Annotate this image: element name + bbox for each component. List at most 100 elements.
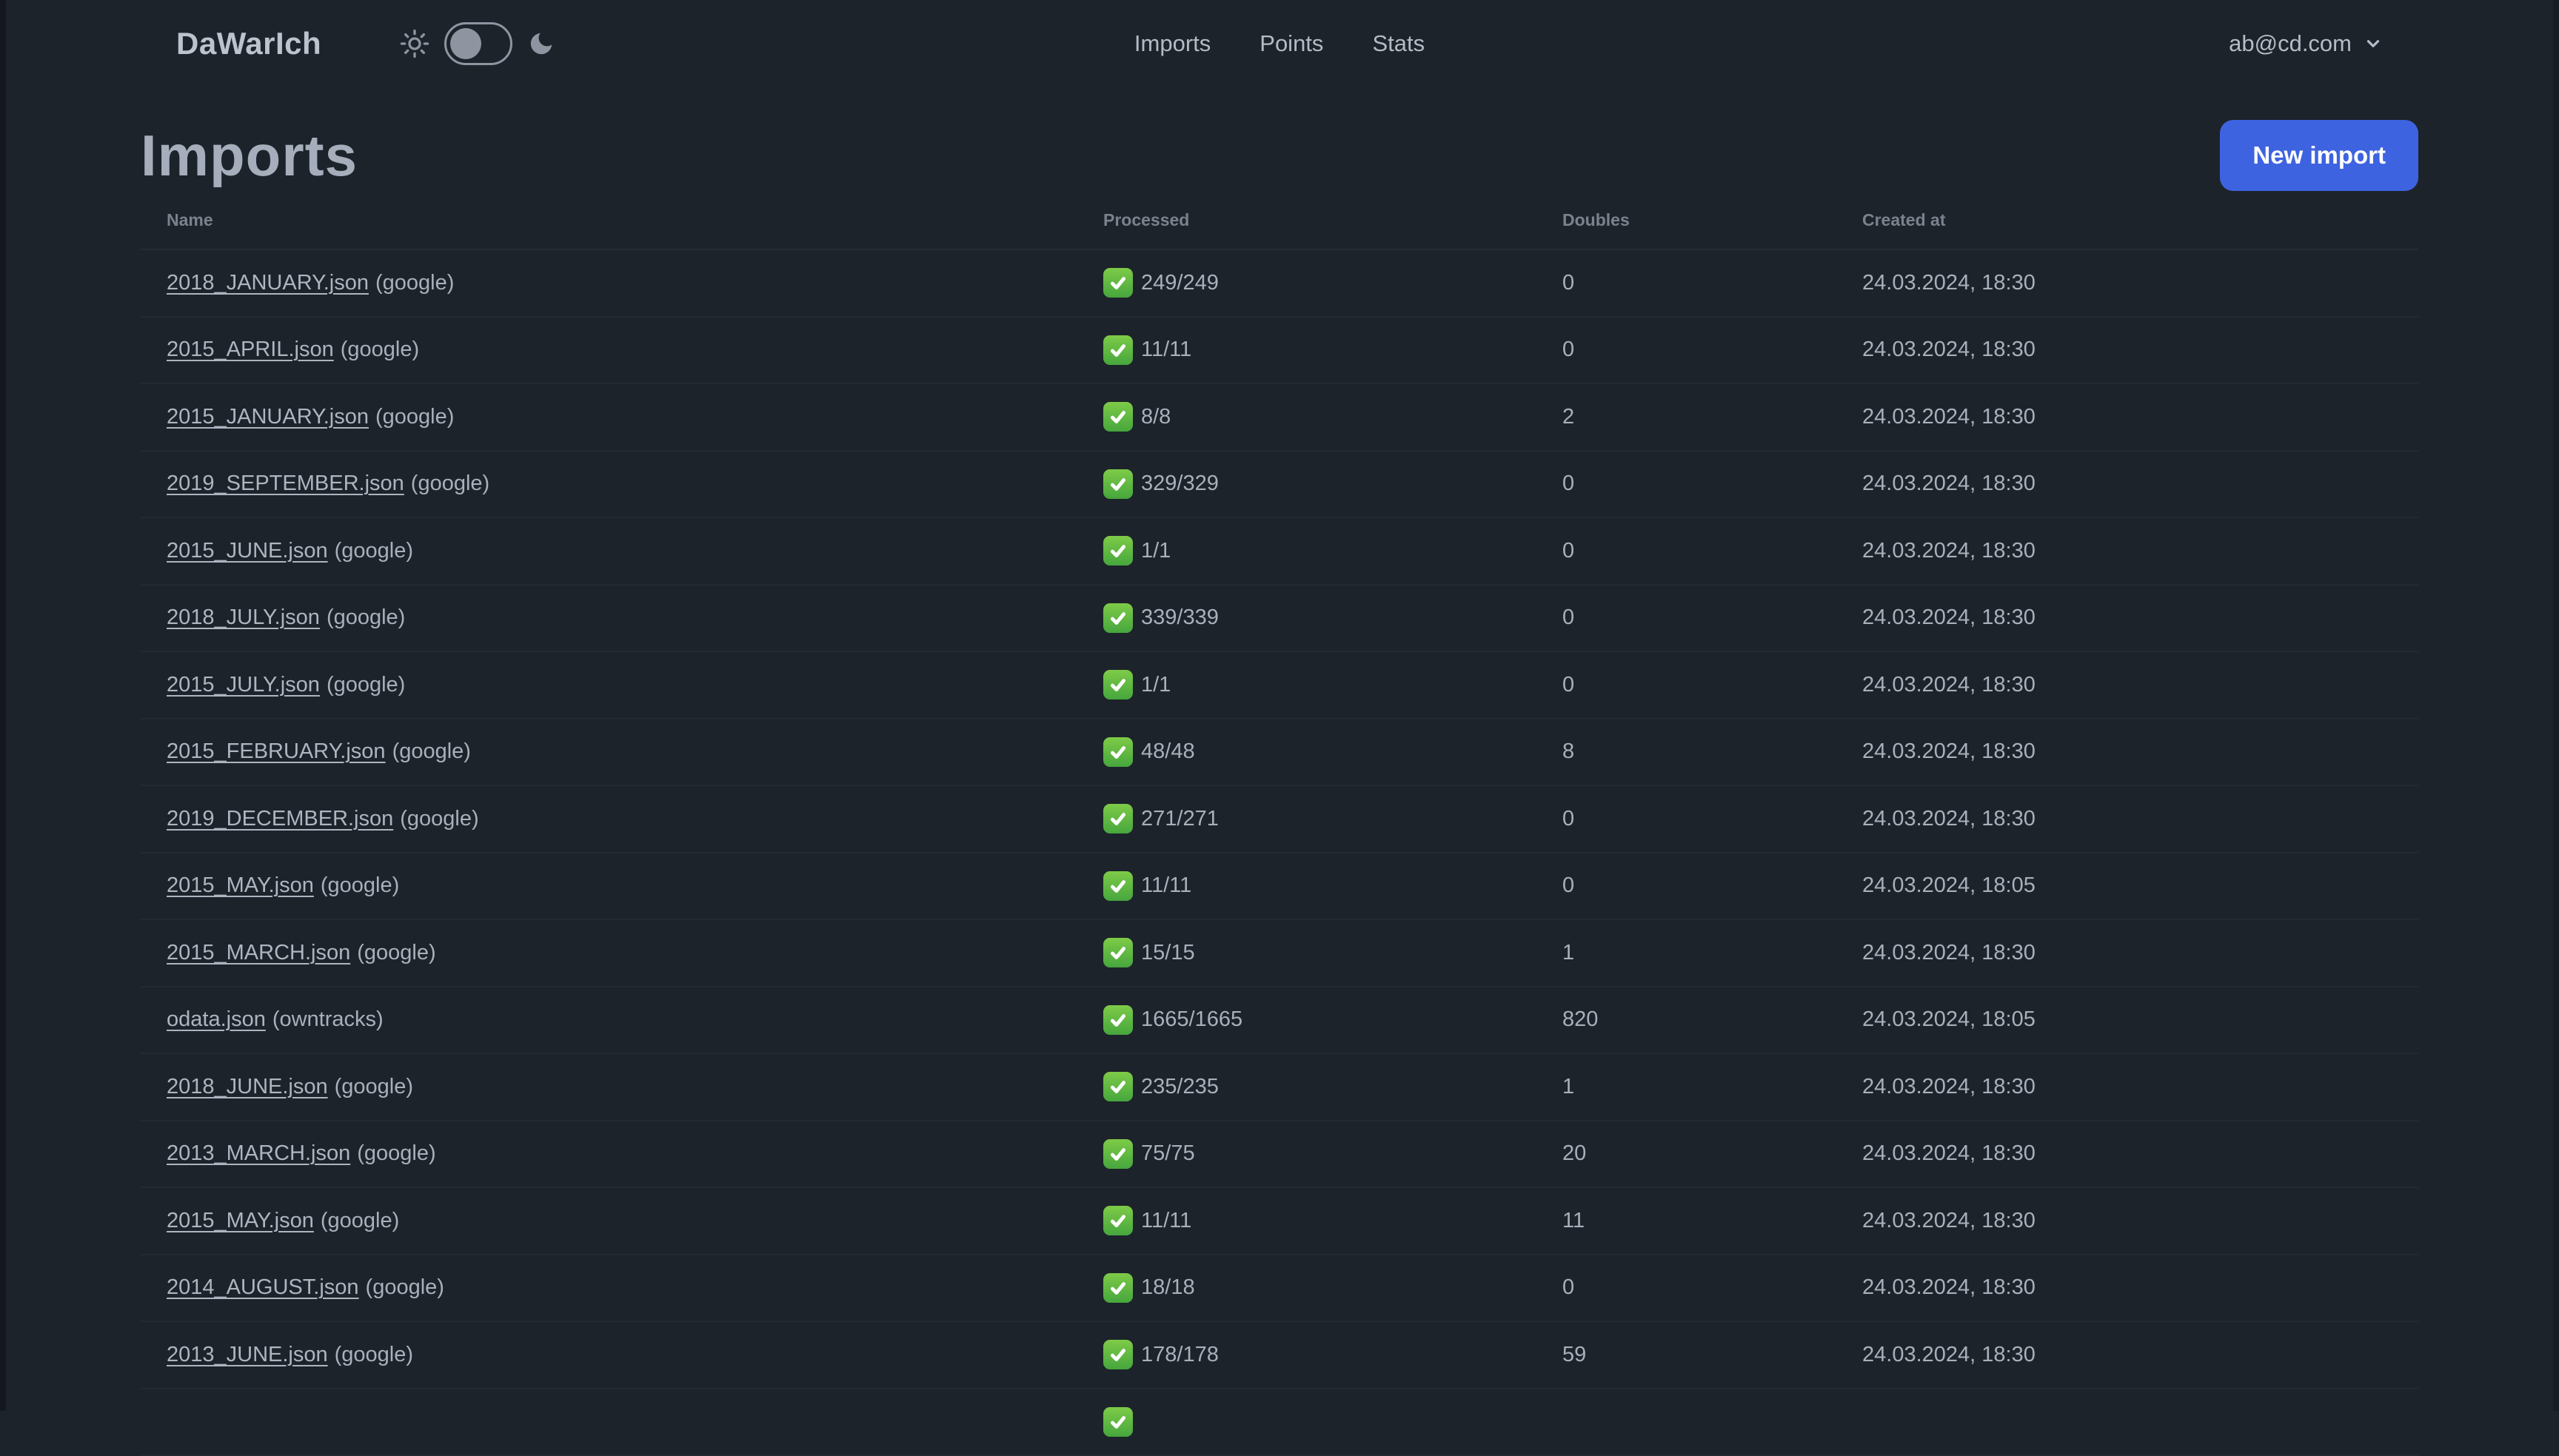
- processed-cell: [1103, 1407, 1562, 1437]
- import-file-link[interactable]: 2015_MAY.json: [167, 1209, 314, 1232]
- created-at: 24.03.2024, 18:30: [1862, 1141, 2418, 1166]
- import-name-cell: 2019_DECEMBER.json(google): [167, 807, 1103, 831]
- import-source: (google): [327, 673, 405, 697]
- table-row: 2019_DECEMBER.json(google) 271/271 0 24.…: [141, 786, 2418, 853]
- processed-cell: 18/18: [1103, 1273, 1562, 1303]
- import-source: (google): [321, 873, 399, 897]
- sun-icon: [400, 29, 429, 58]
- import-file-link[interactable]: 2019_DECEMBER.json: [167, 807, 393, 831]
- new-import-button[interactable]: New import: [2220, 120, 2418, 191]
- processed-cell: 15/15: [1103, 938, 1562, 967]
- column-header-doubles: Doubles: [1562, 210, 1862, 230]
- processed-cell: 11/11: [1103, 871, 1562, 901]
- import-file-link[interactable]: 2015_FEBRUARY.json: [167, 739, 386, 763]
- table-row: [141, 1389, 2418, 1456]
- import-name-cell: 2013_MARCH.json(google): [167, 1141, 1103, 1166]
- table-row: 2015_APRIL.json(google) 11/11 0 24.03.20…: [141, 318, 2418, 385]
- doubles-count: 8: [1562, 739, 1862, 764]
- import-file-link[interactable]: odata.json: [167, 1007, 266, 1031]
- doubles-count: 0: [1562, 807, 1862, 831]
- import-file-link[interactable]: 2019_SEPTEMBER.json: [167, 472, 404, 495]
- doubles-count: 0: [1562, 472, 1862, 496]
- processed-count: 8/8: [1141, 405, 1171, 429]
- import-name-cell: 2015_MAY.json (google): [167, 873, 1103, 898]
- processed-count: 11/11: [1141, 873, 1191, 898]
- processed-cell: 329/329: [1103, 469, 1562, 499]
- table-row: 2018_JULY.json(google) 339/339 0 24.03.2…: [141, 586, 2418, 653]
- processed-cell: 1665/1665: [1103, 1005, 1562, 1035]
- import-file-link[interactable]: 2013_MARCH.json: [167, 1141, 350, 1165]
- import-file-link[interactable]: 2018_JANUARY.json: [167, 271, 369, 295]
- theme-switch[interactable]: [444, 22, 512, 65]
- import-file-link[interactable]: 2015_JANUARY.json: [167, 405, 369, 429]
- check-mark-icon: [1103, 804, 1133, 833]
- table-row: 2015_JULY.json(google) 1/1 0 24.03.2024,…: [141, 652, 2418, 719]
- check-mark-icon: [1103, 737, 1133, 767]
- import-file-link[interactable]: 2015_APRIL.json: [167, 338, 334, 361]
- check-mark-icon: [1103, 536, 1133, 566]
- import-source: (google): [357, 941, 435, 964]
- theme-switch-knob[interactable]: [450, 28, 481, 59]
- nav-link-stats[interactable]: Stats: [1372, 30, 1425, 57]
- import-file-link[interactable]: 2018_JULY.json: [167, 605, 320, 629]
- processed-count: 15/15: [1141, 941, 1195, 965]
- user-menu[interactable]: ab@cd.com: [2229, 30, 2383, 57]
- processed-cell: 178/178: [1103, 1340, 1562, 1369]
- check-mark-icon: [1103, 402, 1133, 432]
- processed-cell: 11/11: [1103, 1206, 1562, 1235]
- check-mark-icon: [1103, 670, 1133, 700]
- import-source: (google): [335, 1343, 413, 1366]
- table-row: 2019_SEPTEMBER.json(google) 329/329 0 24…: [141, 452, 2418, 519]
- processed-count: 235/235: [1141, 1075, 1219, 1099]
- processed-cell: 235/235: [1103, 1072, 1562, 1101]
- processed-cell: 271/271: [1103, 804, 1562, 833]
- import-file-link[interactable]: 2015_MAY.json: [167, 873, 314, 897]
- import-name-cell: 2014_AUGUST.json(google): [167, 1275, 1103, 1300]
- processed-cell: 249/249: [1103, 268, 1562, 298]
- doubles-count: 59: [1562, 1343, 1862, 1367]
- check-mark-icon: [1103, 1340, 1133, 1369]
- scrollbar-track[interactable]: [2553, 0, 2559, 1411]
- import-name-cell: 2013_JUNE.json (google): [167, 1343, 1103, 1367]
- import-file-link[interactable]: 2015_MARCH.json: [167, 941, 350, 964]
- processed-cell: 48/48: [1103, 737, 1562, 767]
- processed-count: 18/18: [1141, 1275, 1195, 1300]
- import-source: (owntracks): [272, 1007, 384, 1031]
- table-row: odata.json(owntracks) 1665/1665 820 24.0…: [141, 987, 2418, 1055]
- window-left-edge: [0, 0, 6, 1411]
- nav-link-imports[interactable]: Imports: [1134, 30, 1211, 57]
- doubles-count: 820: [1562, 1007, 1862, 1032]
- check-mark-icon: [1103, 1005, 1133, 1035]
- column-header-created-at: Created at: [1862, 210, 2418, 230]
- table-body: 2018_JANUARY.json (google) 249/249 0 24.0…: [141, 250, 2418, 1456]
- processed-count: 48/48: [1141, 739, 1195, 764]
- check-mark-icon: [1103, 1407, 1133, 1437]
- table-header-row: Name Processed Doubles Created at: [141, 191, 2418, 250]
- import-file-link[interactable]: 2013_JUNE.json: [167, 1343, 328, 1366]
- created-at: 24.03.2024, 18:30: [1862, 1209, 2418, 1233]
- import-file-link[interactable]: 2015_JUNE.json: [167, 539, 328, 563]
- import-name-cell: 2018_JULY.json(google): [167, 605, 1103, 630]
- processed-count: 329/329: [1141, 472, 1219, 496]
- processed-count: 249/249: [1141, 271, 1219, 295]
- created-at: 24.03.2024, 18:30: [1862, 739, 2418, 764]
- processed-count: 339/339: [1141, 605, 1219, 630]
- check-mark-icon: [1103, 1206, 1133, 1235]
- check-mark-icon: [1103, 335, 1133, 365]
- import-file-link[interactable]: 2018_JUNE.json: [167, 1075, 328, 1098]
- import-name-cell: odata.json(owntracks): [167, 1007, 1103, 1032]
- created-at: 24.03.2024, 18:30: [1862, 941, 2418, 965]
- nav-link-points[interactable]: Points: [1260, 30, 1323, 57]
- doubles-count: 1: [1562, 1075, 1862, 1099]
- doubles-count: 20: [1562, 1141, 1862, 1166]
- import-file-link[interactable]: 2014_AUGUST.json: [167, 1275, 359, 1299]
- app-logo[interactable]: DaWarIch: [176, 26, 321, 61]
- table-row: 2015_FEBRUARY.json(google) 48/48 8 24.03…: [141, 719, 2418, 787]
- user-email: ab@cd.com: [2229, 30, 2352, 57]
- import-file-link[interactable]: 2015_JULY.json: [167, 673, 320, 697]
- page-content: Imports New import Name Processed Double…: [0, 120, 2559, 1456]
- import-name-cell: [167, 1409, 1103, 1434]
- import-source: (google): [341, 338, 419, 361]
- import-source: (google): [321, 1209, 399, 1232]
- processed-count: 178/178: [1141, 1343, 1219, 1367]
